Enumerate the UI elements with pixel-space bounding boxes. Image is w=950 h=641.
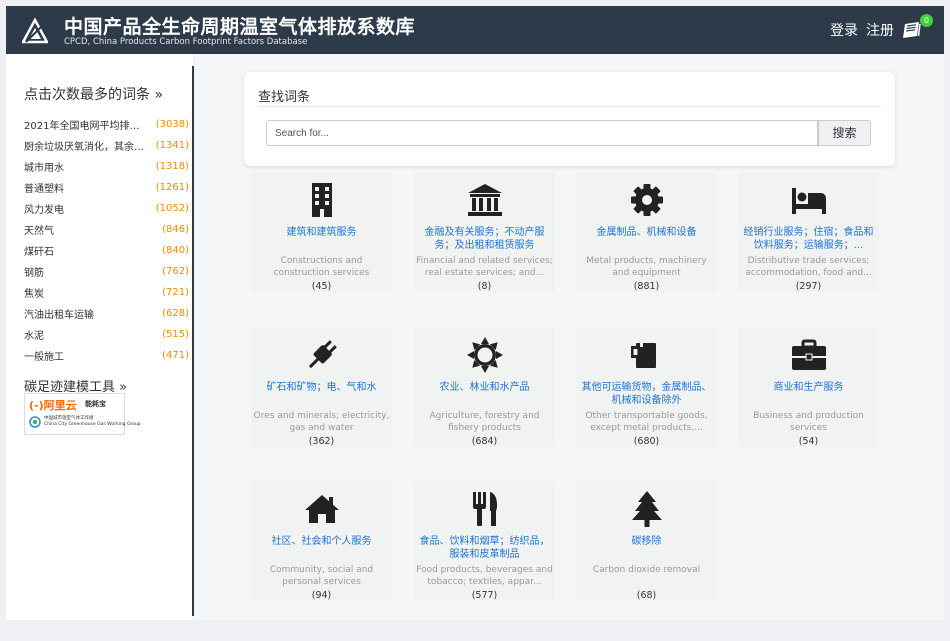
search-button[interactable]: 搜索 [818,120,871,146]
logo-icon[interactable] [22,18,48,44]
category-card-construction[interactable]: 建筑和建筑服务 Constructions and construction s… [251,172,392,292]
sun-icon [466,337,503,373]
aliyun-sub-logo: 能耗宝 [85,400,106,408]
bank-icon [467,184,502,216]
bed-icon [791,188,826,214]
category-card-metal[interactable]: 金属制品、机械和设备 Metal products, machinery and… [576,172,717,292]
category-card-ores[interactable]: 矿石和矿物；电、气和水 Ores and minerals; electrici… [251,327,392,447]
list-item[interactable]: 天然气 (846) [24,219,189,240]
search-input[interactable] [266,120,818,146]
list-item[interactable]: 2021年全国电网平均排放... (3038) [24,114,189,135]
category-card-financial[interactable]: 金融及有关服务；不动产服务；及出租和租赁服务 Financial and rel… [414,172,555,292]
search-divider [258,106,881,107]
category-card-business[interactable]: 商业和生产服务 Business and production services… [738,327,879,447]
list-item[interactable]: 水泥 (515) [24,324,189,345]
login-link[interactable]: 登录 [830,20,858,40]
list-item[interactable]: 厨余垃圾厌氧消化，其余垃... (1341) [24,135,189,156]
list-item[interactable]: 钢筋 (762) [24,261,189,282]
site-title[interactable]: 中国产品全生命周期温室气体排放系数库 [64,12,415,39]
list-item[interactable]: 焦炭 (721) [24,282,189,303]
list-item[interactable]: 风力发电 (1052) [24,198,189,219]
sidebar: 点击次数最多的词条 » 2021年全国电网平均排放... (3038) 厨余垃圾厌… [6,54,193,620]
globe-icon [29,416,41,428]
plug-icon [308,340,337,369]
category-card-transportable[interactable]: 其他可运输货物，金属制品、机械和设备除外 Other transportable… [576,327,717,447]
category-card-food[interactable]: 食品、饮料和烟草；纺织品，服装和皮革制品 Food products, beve… [414,481,555,601]
search-panel: 查找词条 搜索 [244,72,895,166]
list-item[interactable]: 汽油出租车运输 (628) [24,303,189,324]
top-clicked-heading[interactable]: 点击次数最多的词条 » [24,84,163,104]
category-card-agriculture[interactable]: 农业、林业和水产品 Agriculture, forestry and fish… [414,327,555,447]
list-item[interactable]: 一般施工 (471) [24,345,189,366]
category-card-carbon-removal[interactable]: 碳移除 Carbon dioxide removal (68) [576,481,717,601]
category-card-distributive[interactable]: 经销行业服务；住宿；食品和饮料服务；运输服务；... Distributive … [738,172,879,292]
top-clicked-list: 2021年全国电网平均排放... (3038) 厨余垃圾厌氧消化，其余垃... (1… [24,114,189,366]
header-links: 登录 注册 0 [830,14,933,40]
home-icon [304,495,339,523]
list-item[interactable]: 普通塑料 (1261) [24,177,189,198]
cutlery-icon [472,492,497,526]
list-item[interactable]: 煤矸石 (840) [24,240,189,261]
cart-count-badge: 0 [920,14,933,27]
main-content: 查找词条 搜索 建筑和建筑服务 Constructions and constr… [194,54,944,620]
category-card-community[interactable]: 社区、社会和个人服务 Community, social and persona… [251,481,392,601]
mug-icon [630,343,656,368]
tree-icon [631,491,662,527]
cart-button[interactable]: 0 [902,14,933,39]
register-link[interactable]: 注册 [866,20,894,40]
search-title: 查找词条 [258,90,311,105]
tools-logo-box[interactable]: (-)阿里云 能耗宝 中国城市温室气体工作组 China City Greenh… [24,393,141,435]
site-subtitle: CPCD, China Products Carbon Footprint Fa… [64,37,308,47]
city-ghg-logo[interactable]: 中国城市温室气体工作组 China City Greenhouse Gas Wo… [29,416,141,428]
aliyun-logo[interactable]: (-)阿里云 [29,397,77,413]
list-item[interactable]: 城市用水 (1318) [24,156,189,177]
gear-icon [630,184,663,216]
briefcase-icon [791,339,826,370]
site-header: 中国产品全生命周期温室气体排放系数库 CPCD, China Products … [6,6,944,54]
building-icon [311,183,332,217]
